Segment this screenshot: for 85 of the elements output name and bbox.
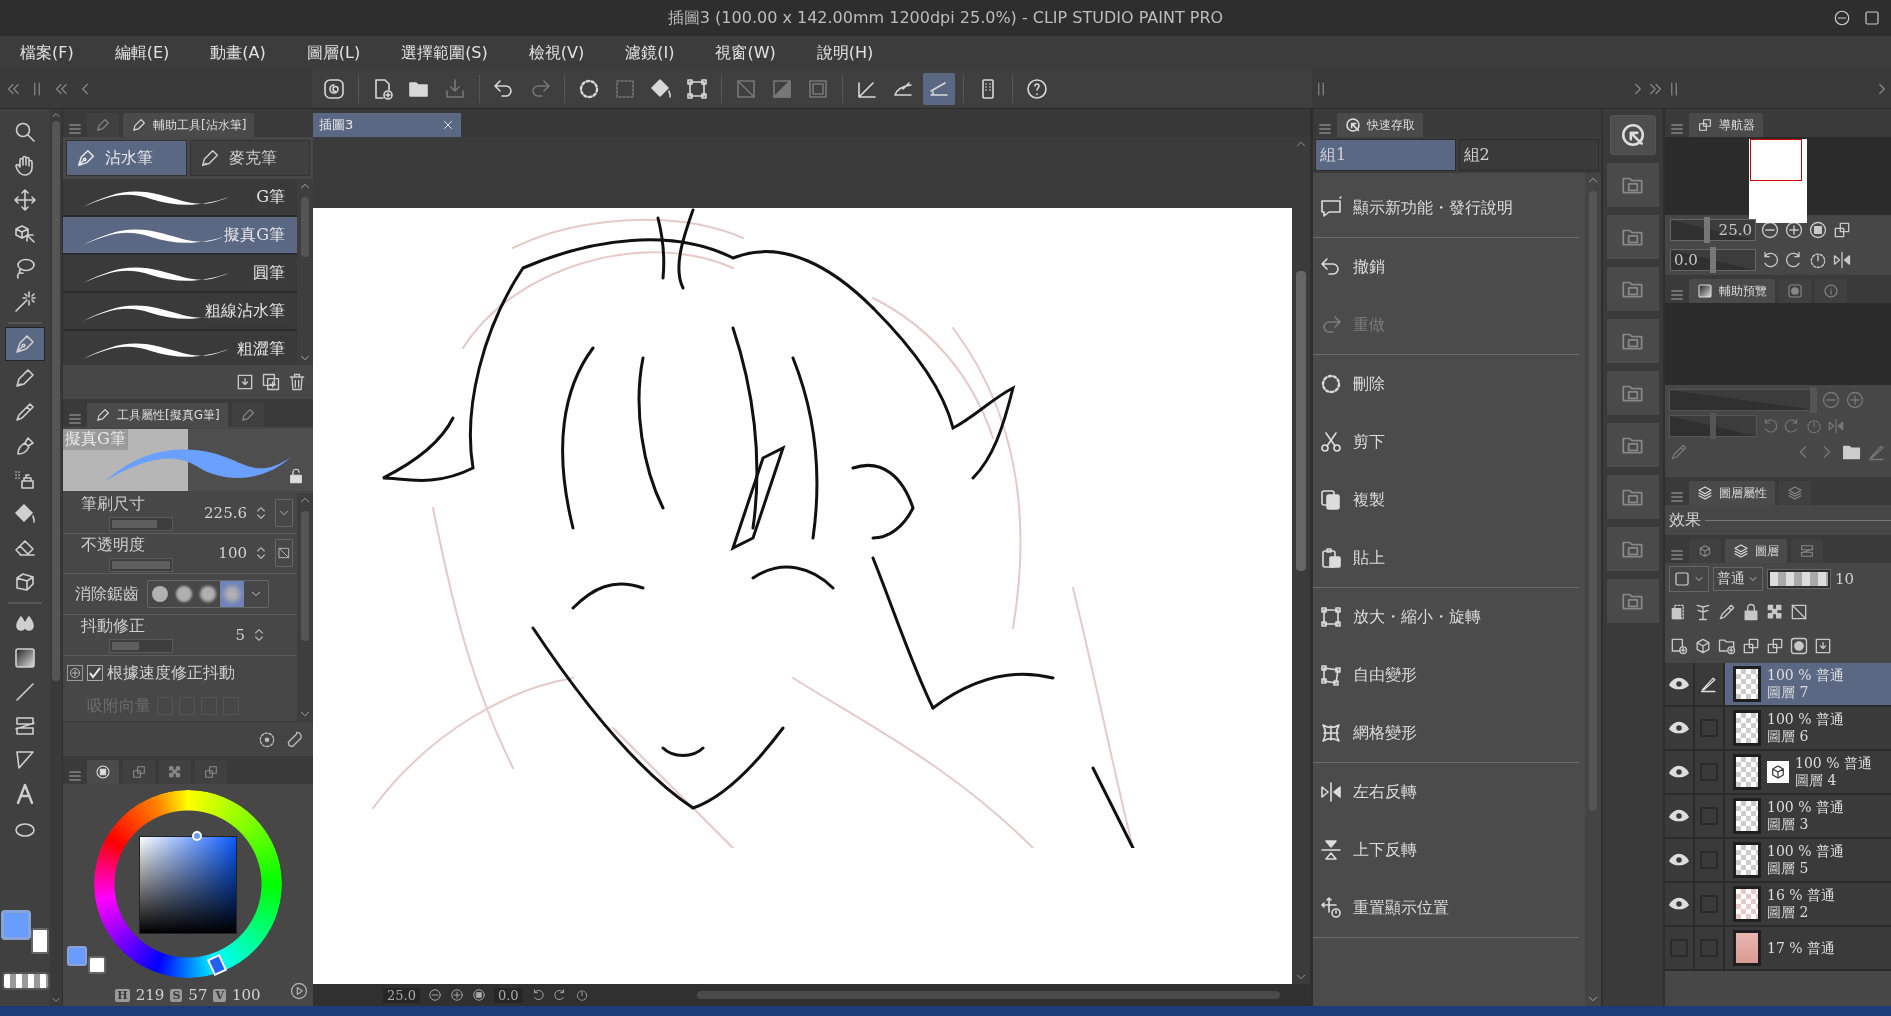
layer-name: 圖層 5 xyxy=(1767,860,1810,877)
group-tab[interactable]: 組1 xyxy=(1315,139,1456,171)
panel-title: 導航器 xyxy=(1719,116,1755,134)
property-value[interactable]: 5 xyxy=(235,625,245,644)
menu-item[interactable]: 圖層(L) xyxy=(293,38,374,68)
quick-access-item[interactable]: 放大・縮小・旋轉 xyxy=(1313,588,1579,646)
layer-row[interactable]: 100 % 普通 圖層 6 xyxy=(1665,707,1891,751)
property-label: 消除鋸齒 xyxy=(75,583,139,605)
window-title: 插圖3 (100.00 x 142.00mm 1200dpi 25.0%) - CLIP STUDIO PAINT PRO xyxy=(667,7,1224,29)
layer-name: 圖層 3 xyxy=(1767,816,1810,833)
brush-name: 擬真G筆 xyxy=(222,224,287,246)
quick-access-item[interactable]: 撤銷 xyxy=(1313,238,1579,296)
panel-title: 圖層屬性 xyxy=(1719,484,1767,502)
channel-label: S xyxy=(170,988,183,1002)
subtool-group-tab[interactable]: 麥克筆 xyxy=(189,140,310,176)
canvas-tab[interactable]: 插圖3 xyxy=(313,113,461,137)
property-value[interactable]: 100 xyxy=(218,544,247,563)
layer-opacity-mode: 100 % 普通 xyxy=(1795,755,1872,772)
channel-value: 57 xyxy=(188,986,208,1004)
layer-opacity-mode: 100 % 普通 xyxy=(1767,711,1844,728)
panel-title: 圖層 xyxy=(1755,542,1779,560)
menu-item[interactable]: 檔案(F) xyxy=(7,38,87,68)
layer-opacity-mode: 16 % 普通 xyxy=(1767,887,1836,904)
quick-access-item[interactable]: 刪除 xyxy=(1313,355,1579,413)
group-tab[interactable]: 組2 xyxy=(1458,139,1599,171)
layer-opacity-mode: 17 % 普通 xyxy=(1767,939,1836,957)
brush-list-item[interactable]: 粗線沾水筆 xyxy=(63,293,297,331)
layer-opacity-mode: 100 % 普通 xyxy=(1767,843,1844,860)
brush-name: 粗澀筆 xyxy=(235,338,287,360)
layer-row[interactable]: 16 % 普通 圖層 2 xyxy=(1665,883,1891,927)
blend-mode-dropdown[interactable]: 普通 xyxy=(1713,567,1763,591)
rotation-slider[interactable]: 0.0 xyxy=(1670,249,1756,271)
layer-name: 圖層 4 xyxy=(1795,772,1838,789)
subtool-group-tab[interactable]: 沾水筆 xyxy=(66,140,187,176)
quick-access-item[interactable]: 左右反轉 xyxy=(1313,763,1579,821)
menu-item[interactable]: 檢視(V) xyxy=(515,38,598,68)
channel-value: 219 xyxy=(135,986,165,1004)
quick-access-item[interactable]: 剪下 xyxy=(1313,413,1579,471)
quick-access-item[interactable]: 複製 xyxy=(1313,471,1579,529)
property-label: 筆刷尺寸 xyxy=(81,494,146,516)
menu-item[interactable]: 說明(H) xyxy=(803,38,887,68)
panel-title: 輔助工具[沾水筆] xyxy=(153,116,247,134)
menu-item[interactable]: 動畫(A) xyxy=(197,38,279,68)
quick-access-item[interactable]: 貼上 xyxy=(1313,529,1579,587)
panel-title: 輔助預覽 xyxy=(1719,282,1767,300)
layer-row[interactable]: 100 % 普通 圖層 4 xyxy=(1665,751,1891,795)
brush-list-item[interactable]: 圓筆 xyxy=(63,255,297,293)
quick-access-item[interactable]: 上下反轉 xyxy=(1313,821,1579,879)
channel-label: H xyxy=(115,988,130,1002)
zoom-slider[interactable]: 25.0 xyxy=(1670,219,1756,241)
layer-name: 圖層 2 xyxy=(1767,904,1810,921)
panel-title: 快速存取 xyxy=(1367,116,1415,134)
section-label: 效果 xyxy=(1669,509,1701,531)
brush-list-item[interactable]: 擬真G筆 xyxy=(63,217,297,255)
menu-item[interactable]: 濾鏡(I) xyxy=(612,38,688,68)
layer-name: 圖層 6 xyxy=(1767,728,1810,745)
channel-value: 100 xyxy=(232,986,261,1004)
rotation-field[interactable]: 0.0 xyxy=(493,987,523,1003)
property-value[interactable]: 225.6 xyxy=(204,503,247,522)
panel-title: 工具屬性[擬真G筆] xyxy=(117,406,220,424)
quick-access-item[interactable]: 網格變形 xyxy=(1313,704,1579,762)
layer-row[interactable]: 17 % 普通 xyxy=(1665,927,1891,971)
property-label: 抖動修正 xyxy=(81,616,146,638)
brush-list-item[interactable]: G筆 xyxy=(63,179,297,217)
menu-item[interactable]: 視窗(W) xyxy=(702,38,789,68)
tab-label: 插圖3 xyxy=(319,116,354,134)
layer-row[interactable]: 100 % 普通 圖層 3 xyxy=(1665,795,1891,839)
menu-item[interactable]: 編輯(E) xyxy=(101,38,183,68)
preview-label: 擬真G筆 xyxy=(63,429,128,450)
brush-list-item[interactable]: 粗澀筆 xyxy=(63,331,297,365)
layer-opacity-mode: 100 % 普通 xyxy=(1767,799,1844,816)
layer-row[interactable]: 100 % 普通 圖層 7 xyxy=(1665,663,1891,707)
opacity-value[interactable]: 10 xyxy=(1835,570,1855,588)
checkbox-label: 根據速度修正抖動 xyxy=(107,662,235,684)
quick-access-item[interactable]: 自由變形 xyxy=(1313,646,1579,704)
channel-label: V xyxy=(213,988,226,1002)
brush-name: 粗線沾水筆 xyxy=(203,300,287,322)
layer-opacity-mode: 100 % 普通 xyxy=(1767,667,1844,684)
quick-access-item[interactable]: 重置顯示位置 xyxy=(1313,879,1579,937)
layer-row[interactable]: 100 % 普通 圖層 5 xyxy=(1665,839,1891,883)
quick-access-item[interactable]: 顯示新功能・發行說明 xyxy=(1313,179,1579,237)
property-label: 不透明度 xyxy=(81,534,146,556)
menu-item[interactable]: 選擇範圍(S) xyxy=(388,38,501,68)
zoom-field[interactable]: 25.0 xyxy=(383,987,420,1003)
layer-name: 圖層 7 xyxy=(1767,684,1810,701)
